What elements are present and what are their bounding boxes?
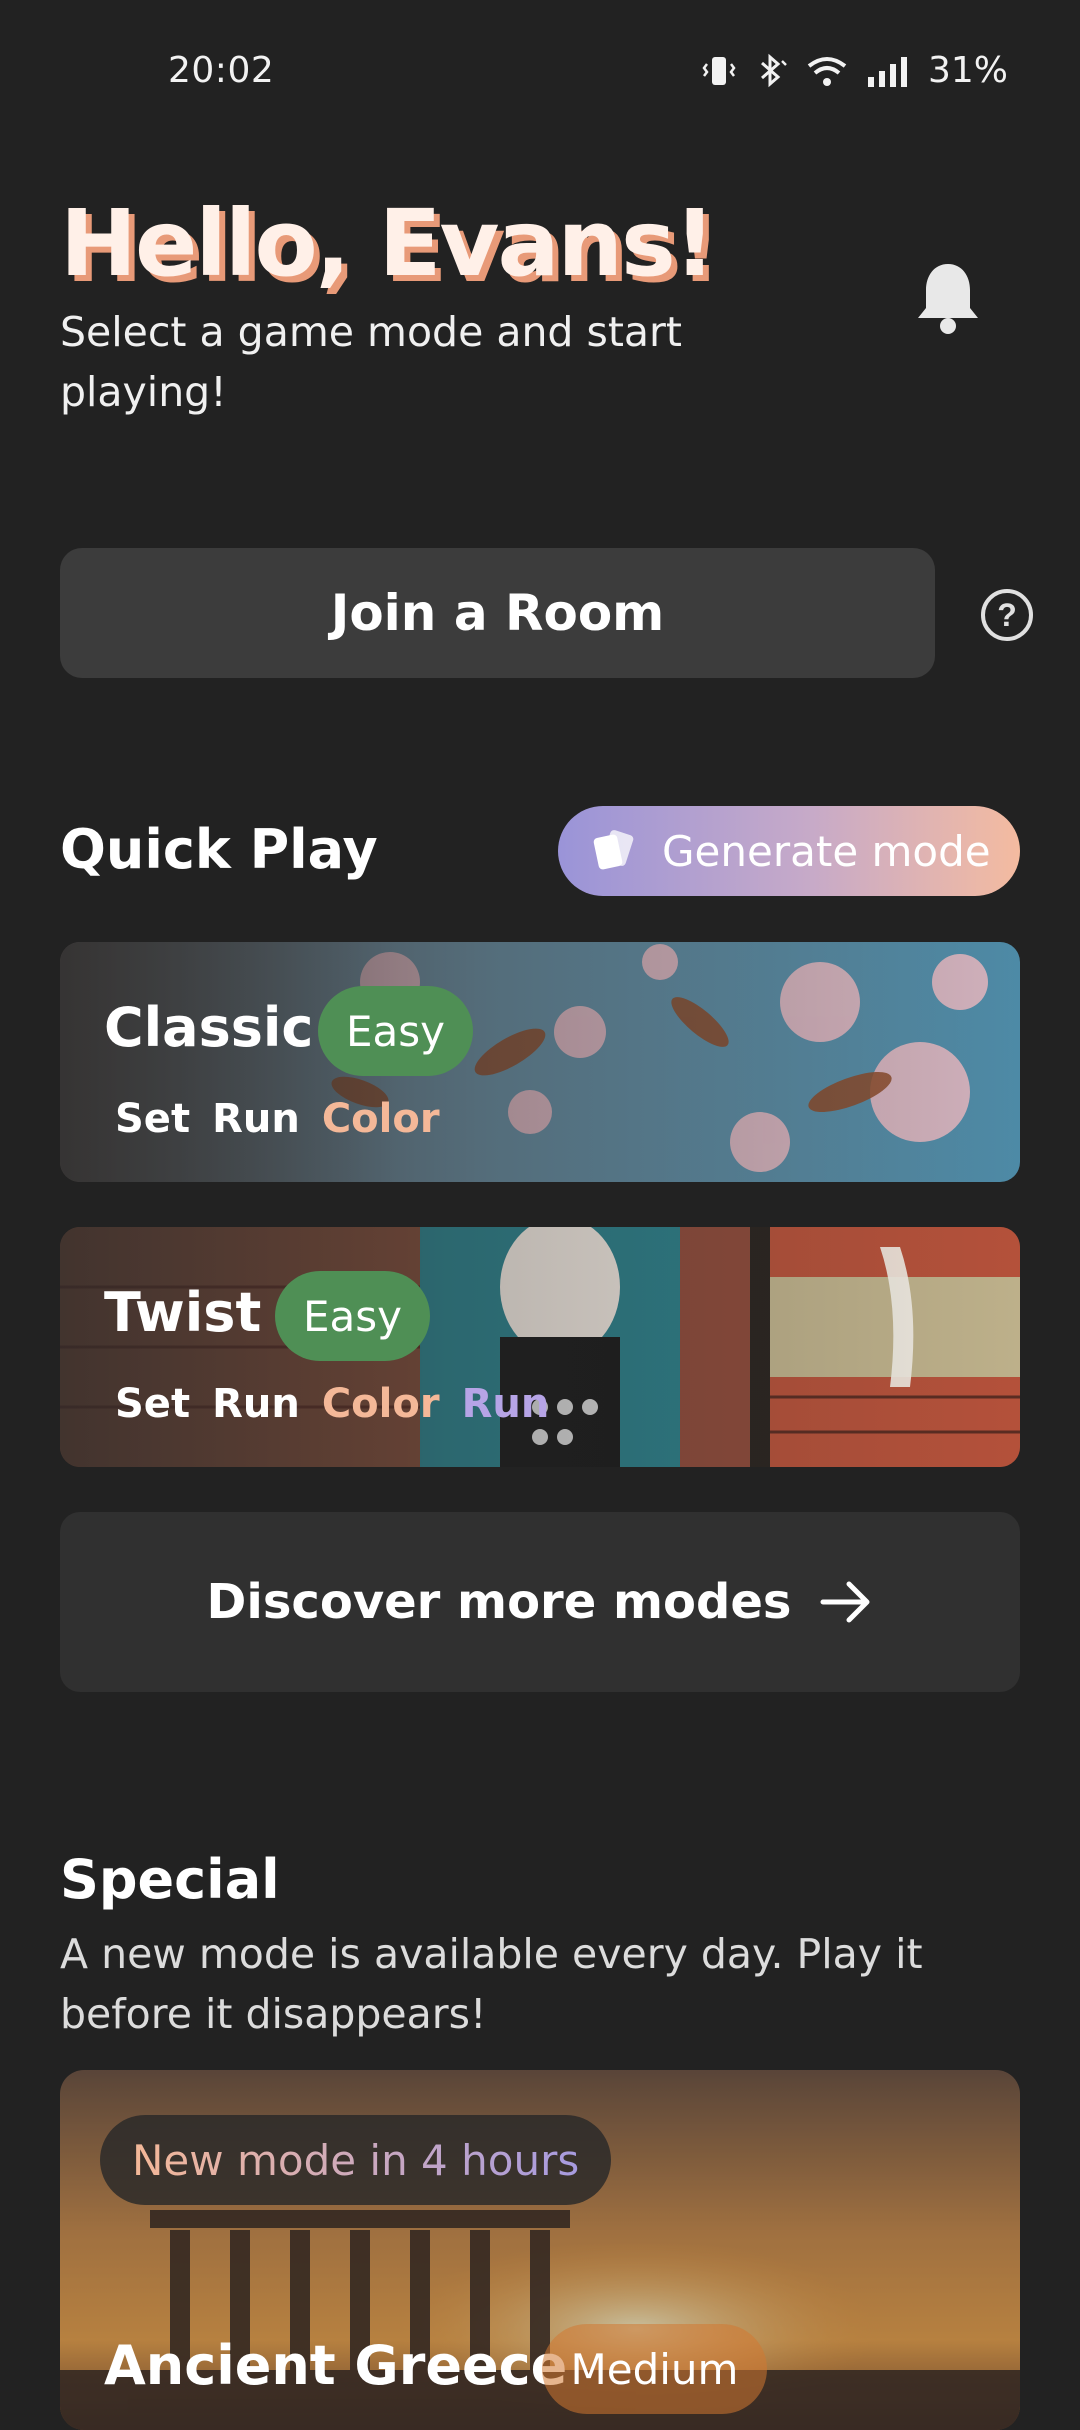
tag: Set (115, 1096, 191, 1142)
mode-card-twist[interactable]: Twist Easy Set Run Color Run (60, 1227, 1020, 1467)
mode-title: Classic (104, 996, 314, 1059)
cherry-blossom-image (60, 942, 1020, 1182)
mode-card-classic[interactable]: Classic Easy Set Run Color (60, 942, 1020, 1182)
wifi-icon (807, 56, 847, 86)
tag: Set (115, 1381, 191, 1427)
tag: Run (212, 1381, 300, 1427)
generate-mode-button[interactable]: Generate mode (558, 806, 1020, 896)
join-room-button[interactable]: Join a Room (60, 548, 935, 678)
mode-title: Twist (104, 1281, 262, 1344)
tag: Run (212, 1096, 300, 1142)
mode-tags: Set Run Color (115, 1096, 440, 1142)
discover-label: Discover more modes (206, 1574, 792, 1630)
generate-mode-label: Generate mode (662, 826, 991, 876)
quick-play-title: Quick Play (60, 818, 378, 881)
special-description: A new mode is available every day. Play … (60, 1930, 923, 2038)
svg-text:?: ? (997, 597, 1017, 633)
join-room-label: Join a Room (330, 584, 665, 642)
special-mode-title: Ancient Greece (104, 2334, 568, 2397)
tag: Run (461, 1381, 550, 1427)
tag: Color (321, 1096, 440, 1142)
battery-level: 31% (927, 50, 1008, 91)
tag: Color (321, 1381, 440, 1427)
countdown-label: New mode in 4 hours (132, 2135, 580, 2185)
arrow-right-icon (820, 1581, 870, 1623)
greeting-title: Hello, Evans! (60, 190, 716, 297)
street-art-image (60, 1227, 1020, 1467)
countdown-badge: New mode in 4 hours (100, 2115, 612, 2205)
bell-icon[interactable] (912, 258, 984, 338)
difficulty-badge: Easy (275, 1271, 430, 1361)
vibrate-icon (702, 56, 736, 85)
signal-icon (867, 56, 907, 87)
discover-more-modes-button[interactable]: Discover more modes (60, 1512, 1020, 1692)
status-time: 20:02 (168, 50, 275, 91)
difficulty-badge: Medium (542, 2324, 767, 2414)
special-mode-card[interactable]: New mode in 4 hours Ancient Greece Mediu… (60, 2070, 1020, 2430)
greeting-subtitle: Select a game mode and start playing! (60, 308, 682, 416)
help-icon[interactable]: ? (980, 588, 1034, 642)
status-icons: 31% (702, 50, 1008, 91)
difficulty-badge: Easy (318, 986, 473, 1076)
cards-icon (593, 830, 634, 870)
special-title: Special (60, 1848, 280, 1911)
mode-tags: Set Run Color Run (115, 1381, 549, 1427)
bluetooth-icon (760, 53, 787, 87)
